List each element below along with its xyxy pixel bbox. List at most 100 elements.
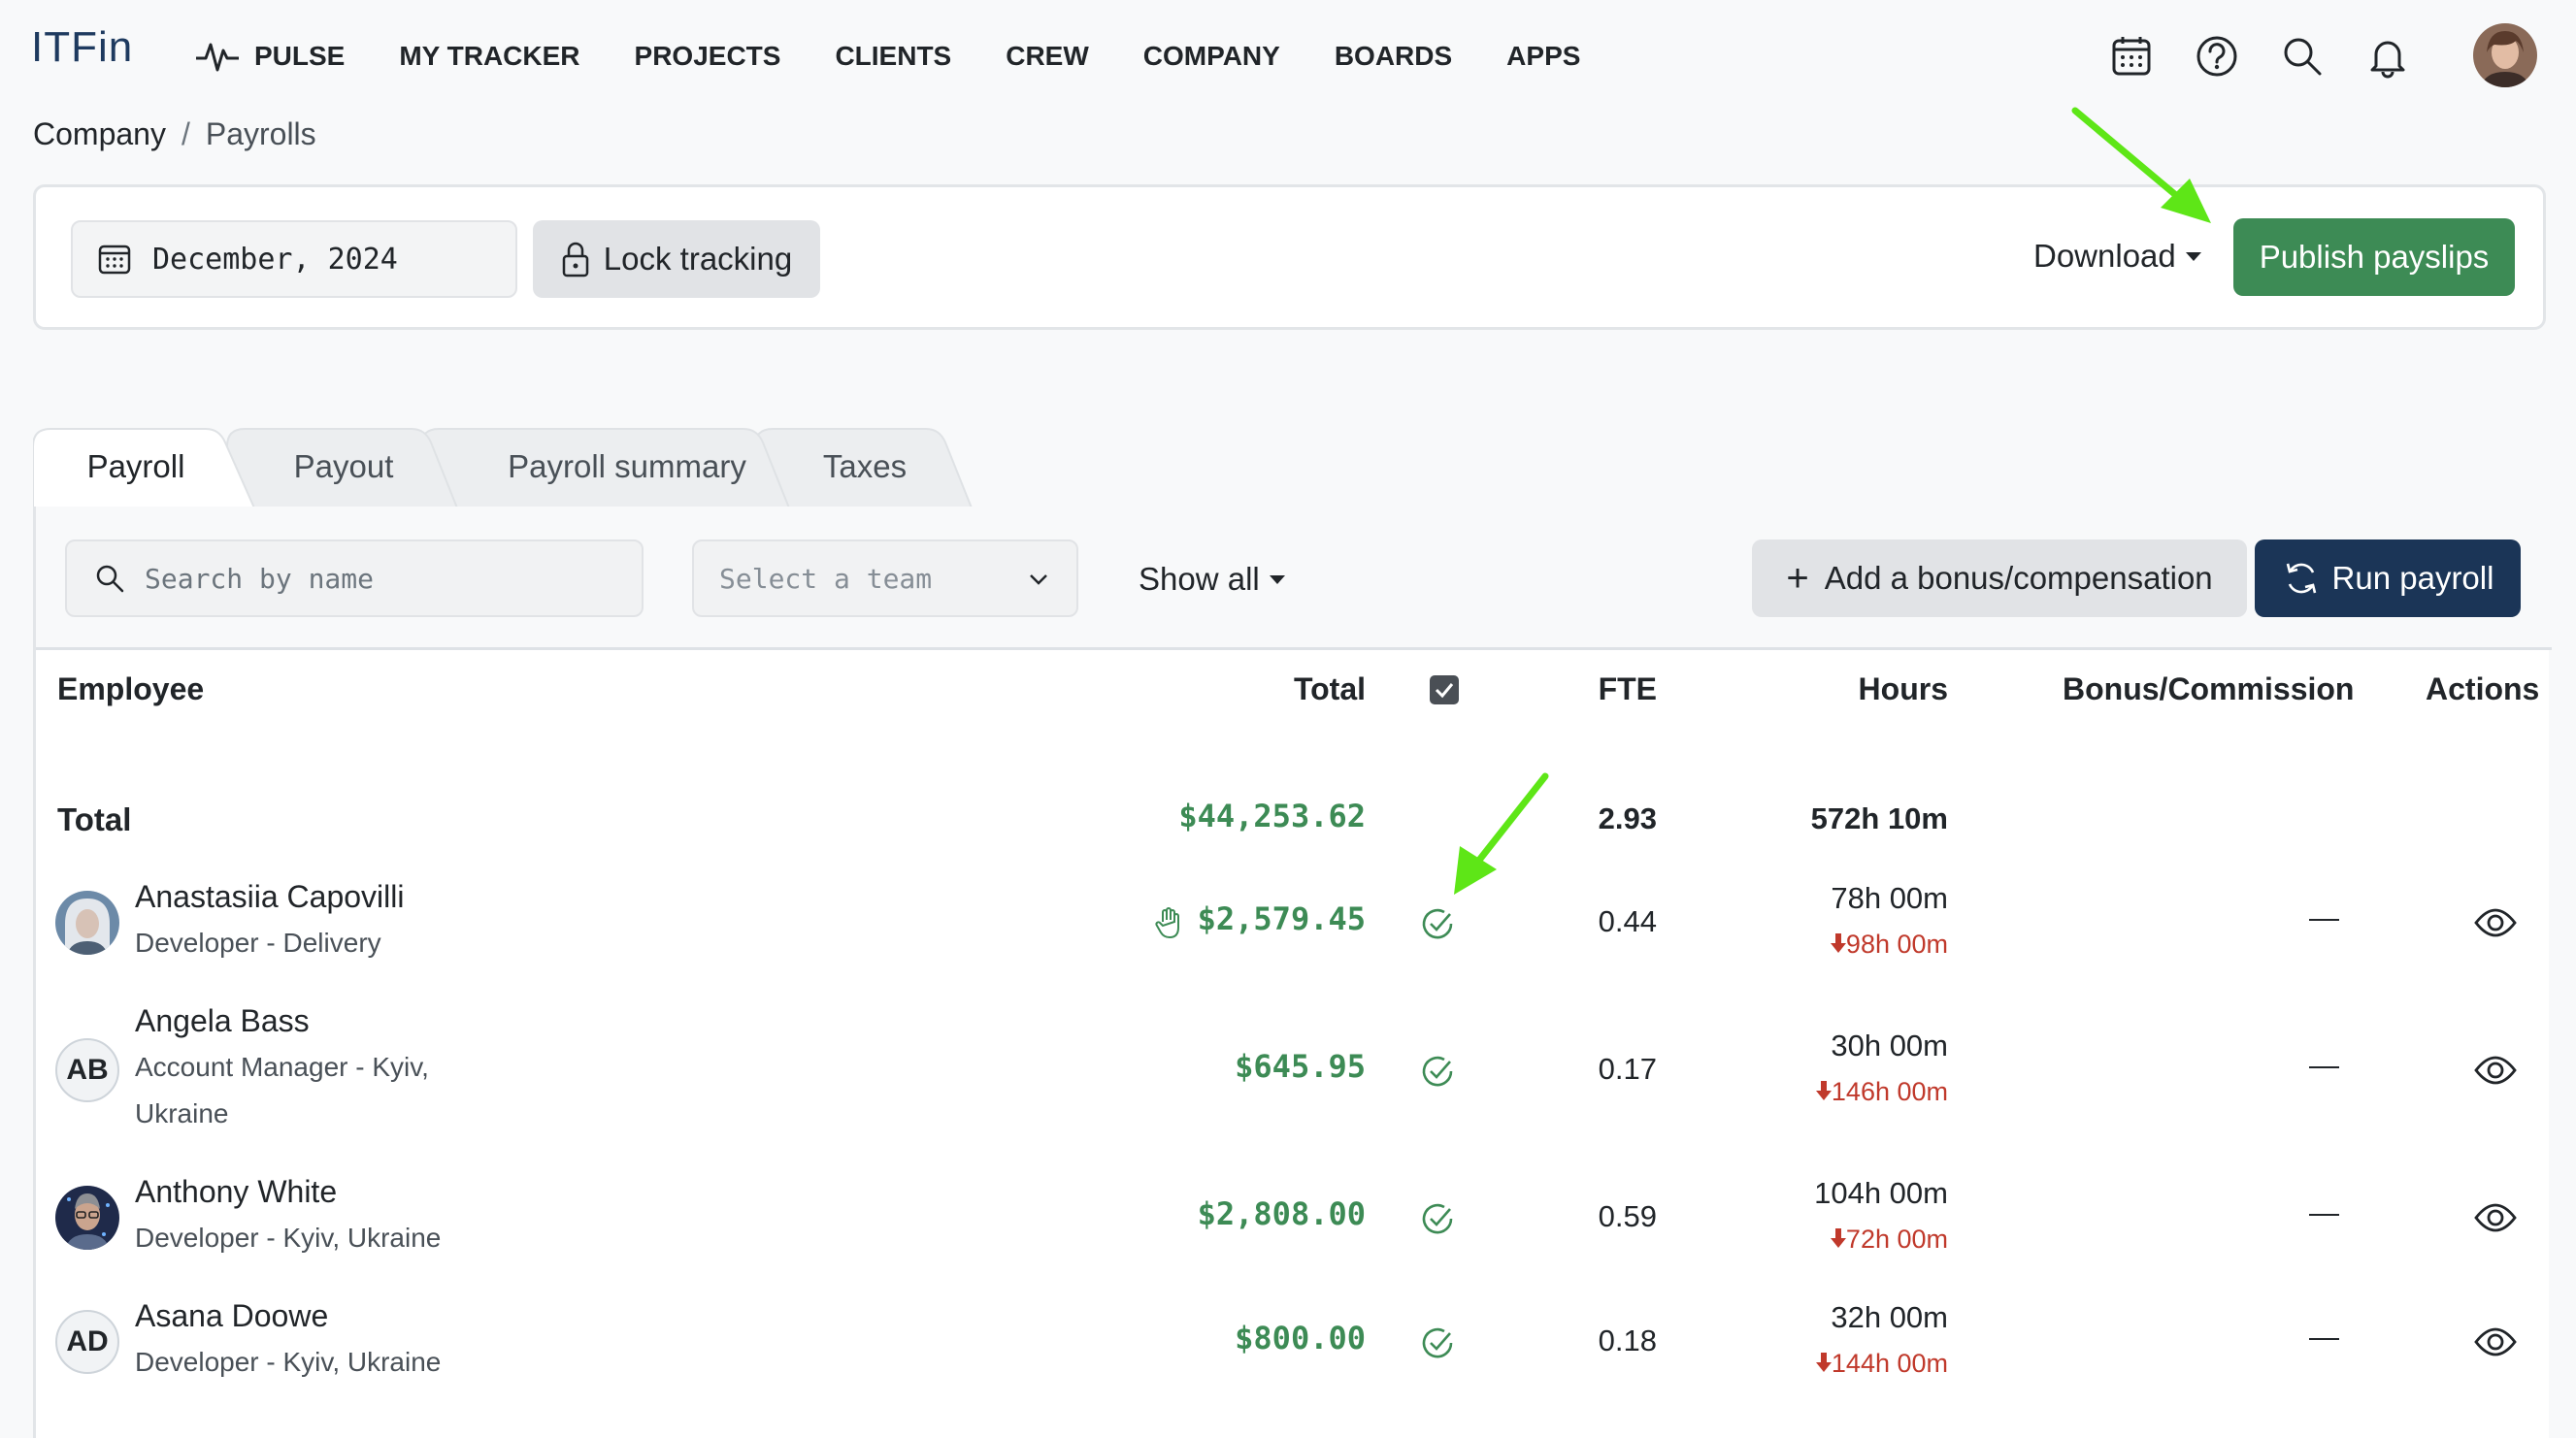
nav-projects[interactable]: PROJECTS	[635, 41, 781, 72]
hours-difference: 144h 00m	[1686, 1349, 1948, 1379]
show-all-dropdown[interactable]: Show all	[1139, 561, 1285, 598]
approved-check-icon[interactable]	[1418, 1052, 1457, 1091]
arrow-down-icon	[1815, 1353, 1832, 1372]
hours-difference-value: 144h 00m	[1831, 1349, 1948, 1378]
nav-pulse[interactable]: PULSE	[194, 37, 345, 76]
employee-total: $800.00	[1235, 1320, 1366, 1356]
employee-hours: 78h 00m	[1831, 881, 1948, 915]
approved-check-icon[interactable]	[1418, 1324, 1457, 1362]
bonus-value: —	[2309, 900, 2339, 934]
search-input[interactable]: Search by name	[65, 539, 644, 617]
calendar-icon	[98, 245, 131, 275]
show-all-label: Show all	[1139, 561, 1260, 597]
refresh-icon	[2286, 563, 2316, 594]
breadcrumb: Company / Payrolls	[33, 116, 316, 152]
col-total[interactable]: Total	[1084, 671, 1366, 707]
bonus-value: —	[2309, 1320, 2339, 1354]
team-select[interactable]: Select a team	[692, 539, 1078, 617]
employee-role-line2: Ukraine	[135, 1098, 229, 1128]
filter-bar: Search by name Select a team Show all + …	[36, 507, 2552, 650]
tab-payroll[interactable]: Payroll	[33, 425, 239, 508]
employee-name[interactable]: Asana Doowe	[135, 1298, 328, 1334]
view-eye-icon[interactable]	[2474, 1054, 2517, 1087]
search-icon	[96, 565, 124, 593]
col-hours[interactable]: Hours	[1686, 671, 1948, 707]
approved-check-icon[interactable]	[1418, 904, 1457, 943]
tab-taxes[interactable]: Taxes	[763, 425, 967, 508]
nav-pulse-label: PULSE	[254, 41, 346, 71]
pulse-icon	[196, 43, 239, 72]
nav-clients[interactable]: CLIENTS	[835, 41, 951, 72]
nav-company[interactable]: COMPANY	[1143, 41, 1280, 72]
employee-total: $645.95	[1235, 1048, 1366, 1085]
search-icon[interactable]	[2279, 33, 2326, 80]
checkmark-icon	[1435, 683, 1454, 699]
avatar-image	[55, 1186, 119, 1250]
calendar-icon[interactable]	[2108, 33, 2155, 80]
plus-icon: +	[1786, 557, 1809, 600]
employee-role: Developer - Delivery	[135, 928, 381, 958]
nav-apps[interactable]: APPS	[1506, 41, 1580, 72]
help-icon[interactable]	[2194, 33, 2240, 80]
add-bonus-button[interactable]: + Add a bonus/compensation	[1752, 539, 2247, 617]
breadcrumb-company[interactable]: Company	[33, 116, 166, 151]
hours-difference: 98h 00m	[1686, 930, 1948, 960]
payroll-panel: Search by name Select a team Show all + …	[33, 507, 2552, 1438]
col-employee[interactable]: Employee	[57, 671, 204, 707]
hours-difference-value: 146h 00m	[1831, 1077, 1948, 1106]
lock-tracking-label: Lock tracking	[603, 241, 793, 277]
view-eye-icon[interactable]	[2474, 1325, 2517, 1358]
totals-amount: $44,253.62	[1178, 798, 1366, 834]
bonus-value: —	[2309, 1048, 2339, 1082]
add-bonus-label: Add a bonus/compensation	[1824, 560, 2213, 596]
period-value: December, 2024	[152, 242, 398, 277]
team-select-placeholder: Select a team	[719, 562, 933, 595]
nav-boards[interactable]: BOARDS	[1335, 41, 1452, 72]
hours-difference-value: 98h 00m	[1845, 930, 1948, 959]
user-avatar-image	[2473, 23, 2537, 87]
employee-role: Account Manager - Kyiv,	[135, 1052, 429, 1082]
breadcrumb-separator: /	[181, 116, 190, 151]
view-eye-icon[interactable]	[2474, 1201, 2517, 1234]
search-placeholder: Search by name	[145, 562, 375, 595]
avatar-initials: AB	[55, 1038, 119, 1102]
run-payroll-label: Run payroll	[2331, 560, 2494, 596]
employee-name[interactable]: Angela Bass	[135, 1003, 310, 1039]
employee-fte: 0.59	[1598, 1199, 1657, 1233]
lock-tracking-button[interactable]: Lock tracking	[533, 220, 820, 298]
view-eye-icon[interactable]	[2474, 906, 2517, 939]
employee-name[interactable]: Anthony White	[135, 1174, 337, 1210]
publish-payslips-button[interactable]: Publish payslips	[2233, 218, 2515, 296]
col-fte[interactable]: FTE	[1492, 671, 1657, 707]
employee-fte: 0.17	[1598, 1052, 1657, 1086]
annotation-arrow	[1454, 772, 1549, 895]
bonus-value: —	[2309, 1195, 2339, 1229]
employee-total: $2,808.00	[1197, 1195, 1366, 1232]
col-bonus-commission[interactable]: Bonus/Commission	[2063, 671, 2354, 707]
app-logo[interactable]: ITFin	[31, 23, 133, 72]
user-avatar[interactable]	[2473, 23, 2537, 87]
select-all-checkbox[interactable]	[1430, 675, 1459, 704]
nav-my-tracker[interactable]: MY TRACKER	[399, 41, 579, 72]
employee-fte: 0.44	[1598, 904, 1657, 938]
approved-check-icon[interactable]	[1418, 1199, 1457, 1238]
caret-down-icon	[1269, 574, 1285, 584]
hours-difference: 72h 00m	[1686, 1225, 1948, 1255]
top-navigation: ITFin PULSE MY TRACKER PROJECTS CLIENTS …	[0, 0, 2576, 114]
employee-name[interactable]: Anastasiia Capovilli	[135, 879, 404, 915]
tab-payout[interactable]: Payout	[237, 425, 450, 508]
avatar-image	[55, 891, 119, 955]
nav-crew[interactable]: CREW	[1006, 41, 1089, 72]
download-label: Download	[2033, 238, 2176, 274]
hours-difference: 146h 00m	[1686, 1077, 1948, 1107]
period-picker[interactable]: December, 2024	[71, 220, 517, 298]
payroll-tabs: Payroll Payout Payroll summary Taxes	[33, 425, 1101, 512]
col-actions: Actions	[2426, 671, 2540, 706]
lock-icon	[562, 242, 589, 278]
employee-role: Developer - Kyiv, Ukraine	[135, 1347, 442, 1377]
avatar	[55, 891, 119, 955]
download-dropdown[interactable]: Download	[2033, 238, 2201, 275]
run-payroll-button[interactable]: Run payroll	[2255, 539, 2521, 617]
employee-hours: 32h 00m	[1831, 1300, 1948, 1334]
bell-icon[interactable]	[2364, 33, 2411, 80]
